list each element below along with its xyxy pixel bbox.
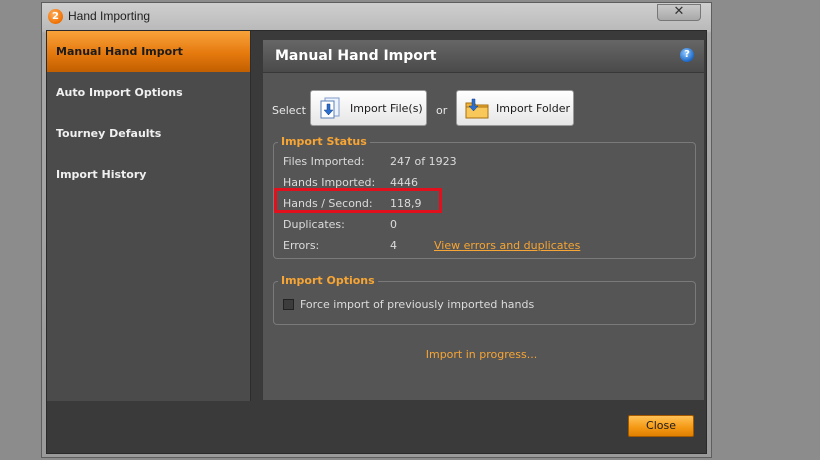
duplicates-label: Duplicates: — [283, 218, 345, 231]
highlight-box — [274, 188, 442, 213]
import-status-title: Import Status — [278, 135, 370, 148]
title-bar[interactable]: 2 Hand Importing ✕ — [42, 3, 711, 31]
force-import-checkbox[interactable] — [283, 299, 294, 310]
import-files-button[interactable]: Import File(s) — [310, 90, 427, 126]
window-close-button[interactable]: ✕ — [657, 4, 701, 21]
page-title: Manual Hand Import — [275, 48, 437, 64]
panel-header: Manual Hand Import ? — [263, 40, 704, 73]
window-title: Hand Importing — [68, 9, 151, 23]
import-options-group: Import Options Force import of previousl… — [273, 274, 696, 325]
import-folder-icon — [465, 98, 489, 119]
import-files-label: Import File(s) — [350, 102, 423, 115]
import-folder-label: Import Folder — [496, 102, 570, 115]
sidebar: Manual Hand Import Auto Import Options T… — [47, 31, 251, 401]
sidebar-item-tourney-defaults[interactable]: Tourney Defaults — [47, 113, 250, 154]
sidebar-item-auto-import-options[interactable]: Auto Import Options — [47, 72, 250, 113]
manual-import-panel: Manual Hand Import ? Select Import File(… — [262, 39, 705, 401]
hand-importing-window: 2 Hand Importing ✕ Manual Hand Import Au… — [41, 2, 712, 458]
import-options-title: Import Options — [278, 274, 378, 287]
dialog-content: Manual Hand Import Auto Import Options T… — [46, 30, 707, 454]
files-imported-label: Files Imported: — [283, 155, 365, 168]
view-errors-link[interactable]: View errors and duplicates — [434, 239, 580, 252]
sidebar-item-manual-hand-import[interactable]: Manual Hand Import — [47, 31, 250, 72]
import-file-icon — [320, 97, 340, 119]
app-logo-icon: 2 — [48, 9, 63, 24]
help-icon[interactable]: ? — [680, 48, 694, 62]
or-label: or — [436, 104, 448, 117]
select-label: Select — [272, 104, 306, 117]
sidebar-item-import-history[interactable]: Import History — [47, 154, 250, 195]
files-imported-value: 247 of 1923 — [390, 155, 457, 168]
force-import-label[interactable]: Force import of previously imported hand… — [300, 298, 534, 311]
duplicates-value: 0 — [390, 218, 397, 231]
errors-value: 4 — [390, 239, 397, 252]
import-folder-button[interactable]: Import Folder — [456, 90, 574, 126]
close-button[interactable]: Close — [628, 415, 694, 437]
errors-label: Errors: — [283, 239, 320, 252]
